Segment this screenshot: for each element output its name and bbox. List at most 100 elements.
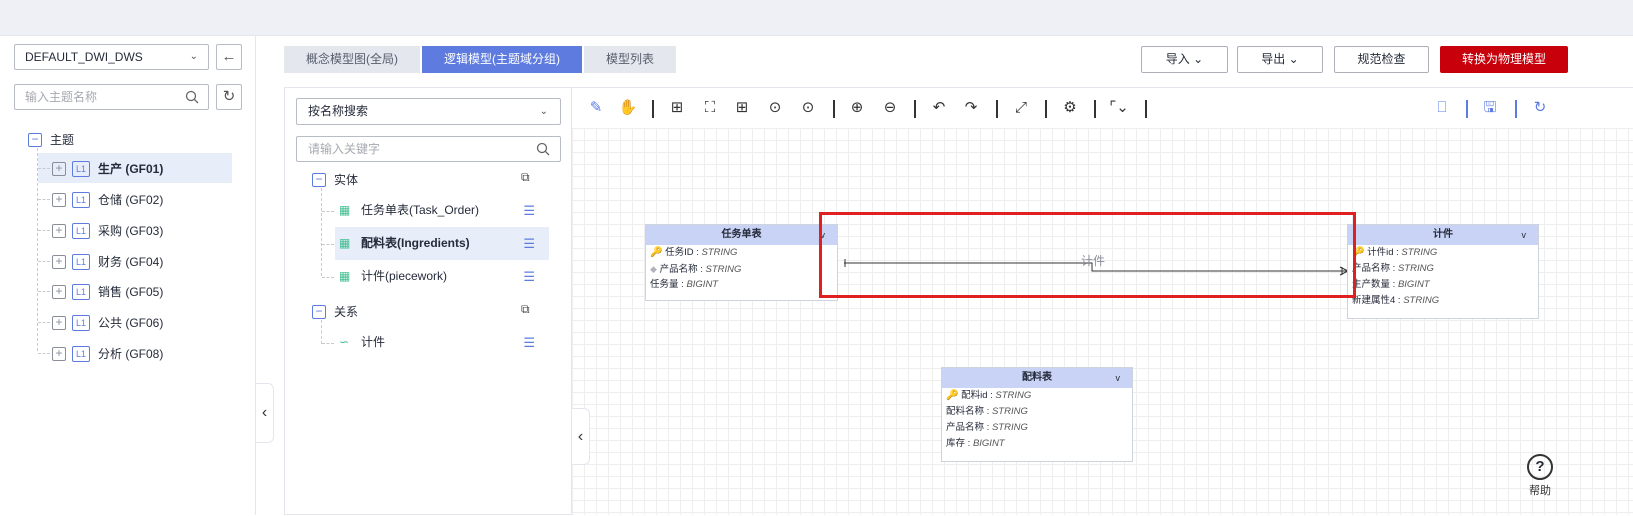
tab-logic-model[interactable]: 逻辑模型(主题域分组): [422, 46, 582, 73]
refresh-icon: ↻: [222, 88, 236, 105]
entity-ingredients[interactable]: 配料表 v 🔑 配料id : STRING 配料名称 : STRING 产品名称 …: [941, 367, 1133, 462]
help-button[interactable]: ? 帮助: [1520, 448, 1560, 508]
entity-item-ingredients[interactable]: ▦ 配料表(Ingredients) ☰: [335, 227, 549, 260]
expand-icon[interactable]: +: [52, 284, 66, 299]
collapse-icon[interactable]: −: [312, 172, 326, 187]
collapse-icon[interactable]: −: [312, 304, 326, 319]
entity-attribute: 🔑 任务ID : STRING: [650, 247, 738, 258]
expand-icon[interactable]: +: [52, 223, 66, 238]
list-icon[interactable]: ☰: [523, 194, 535, 227]
tab-model-list[interactable]: 模型列表: [584, 46, 677, 73]
chevron-down-icon[interactable]: v: [1116, 368, 1121, 388]
relation-group[interactable]: − 关系: [312, 302, 358, 320]
entity-group[interactable]: − 实体: [312, 170, 358, 188]
tree-item-gf08[interactable]: + L1 分析 (GF08): [38, 338, 232, 368]
collapse-left-panel-button[interactable]: ‹: [256, 383, 274, 443]
entity-title: 配料表: [1022, 372, 1052, 383]
subject-panel: DEFAULT_DWI_DWS ⌄ ← 输入主题名称 ↻ − 主题 + L1 生产 (…: [0, 36, 256, 515]
tree-item-gf04[interactable]: + L1 财务 (GF04): [38, 246, 232, 276]
expand-icon[interactable]: +: [52, 346, 66, 361]
search-mode-value: 按名称搜索: [308, 104, 369, 118]
foreign-key-icon: ◆: [650, 264, 657, 274]
list-icon[interactable]: ☰: [523, 260, 535, 293]
entity-attribute: 配料名称 : STRING: [946, 406, 1028, 417]
subject-search-placeholder: 输入主题名称: [25, 90, 98, 104]
chevron-down-icon: ⌄: [189, 51, 198, 62]
highlight-box: [819, 212, 1356, 298]
entity-header: 任务单表 v: [646, 225, 837, 245]
expand-icon[interactable]: +: [52, 254, 66, 269]
level-badge: L1: [72, 345, 90, 362]
subject-search-input[interactable]: 输入主题名称: [14, 84, 209, 110]
tree-item-label: 分析 (GF08): [98, 346, 164, 361]
spec-check-button[interactable]: 规范检查: [1334, 46, 1429, 73]
level-badge: L1: [72, 191, 90, 208]
relation-item[interactable]: ∽ 计件 ☰: [335, 326, 549, 359]
chevron-down-icon: ⌄: [539, 106, 548, 117]
export-button[interactable]: 导出 ⌄: [1237, 46, 1323, 73]
tree-item-label: 采购 (GF03): [98, 223, 164, 238]
entity-title: 计件: [1433, 229, 1453, 240]
level-badge: L1: [72, 283, 90, 300]
table-icon: ▦: [339, 269, 351, 284]
relation-item-label: 计件: [361, 335, 386, 350]
import-button[interactable]: 导入 ⌄: [1141, 46, 1228, 73]
entity-attribute: 产品名称 : STRING: [1352, 263, 1434, 274]
expand-icon[interactable]: +: [52, 192, 66, 207]
level-badge: L1: [72, 314, 90, 331]
add-relation-icon[interactable]: ⧉: [521, 302, 530, 317]
keyword-input[interactable]: 请输入关键字: [296, 136, 561, 162]
collapse-model-panel-button[interactable]: ‹: [572, 408, 590, 465]
search-icon: [536, 142, 550, 156]
tree-item-gf01[interactable]: + L1 生产 (GF01): [38, 153, 232, 183]
tab-concept-model[interactable]: 概念模型图(全局): [284, 46, 420, 73]
chevron-left-icon: ‹: [577, 428, 584, 445]
entity-group-label: 实体: [334, 172, 359, 187]
workspace-select[interactable]: DEFAULT_DWI_DWS ⌄: [14, 44, 209, 70]
tree-item-gf05[interactable]: + L1 销售 (GF05): [38, 276, 232, 306]
tree-item-label: 财务 (GF04): [98, 254, 164, 269]
diagram-canvas[interactable]: ✎ ✋ ⊞ ⛶ ⊞ ⊙ ⊙ ⊕ ⊖ ↶ ↷ ⤢ ⚙ ⌜⌄ ⎕ 🖫 ↻ 计件 任务…: [572, 87, 1633, 515]
tree-root-label: 主题: [50, 132, 75, 147]
view-tabs: 概念模型图(全局) 逻辑模型(主题域分组) 模型列表: [284, 46, 678, 73]
tree-item-label: 销售 (GF05): [98, 284, 164, 299]
entity-item-piecework[interactable]: ▦ 计件(piecework) ☰: [335, 260, 549, 293]
model-tree-panel: 按名称搜索 ⌄ 请输入关键字 − 实体 ⧉ ▦ 任务单表(Task_Order) ☰…: [284, 87, 572, 515]
expand-icon[interactable]: +: [52, 161, 66, 176]
entity-piecework[interactable]: 计件 v 🔑 计件id : STRING 产品名称 : STRING 生产数量 :…: [1347, 224, 1539, 319]
back-button[interactable]: ←: [216, 44, 242, 70]
level-badge: L1: [72, 253, 90, 270]
chevron-down-icon[interactable]: v: [1522, 225, 1527, 245]
tree-root[interactable]: − 主题: [28, 130, 74, 148]
list-icon[interactable]: ☰: [523, 326, 535, 359]
primary-key-icon: 🔑: [946, 390, 959, 401]
entity-attribute: 新建属性4 : STRING: [1352, 295, 1440, 306]
relation-icon: ∽: [339, 335, 350, 350]
relation-group-label: 关系: [334, 304, 359, 319]
list-icon[interactable]: ☰: [523, 227, 535, 260]
entity-attribute: 产品名称 : STRING: [946, 422, 1028, 433]
import-label: 导入: [1165, 52, 1190, 66]
entity-item-label: 任务单表(Task_Order): [361, 203, 480, 218]
convert-physical-button[interactable]: 转换为物理模型: [1440, 46, 1568, 73]
tree-item-gf03[interactable]: + L1 采购 (GF03): [38, 215, 232, 245]
level-badge: L1: [72, 160, 90, 177]
expand-icon[interactable]: +: [52, 315, 66, 330]
entity-attribute: 库存 : BIGINT: [946, 438, 1005, 449]
search-mode-select[interactable]: 按名称搜索 ⌄: [296, 98, 561, 125]
entity-title: 任务单表: [721, 229, 762, 240]
refresh-button[interactable]: ↻: [216, 84, 242, 110]
arrow-left-icon: ←: [221, 48, 237, 65]
entity-item-task-order[interactable]: ▦ 任务单表(Task_Order) ☰: [335, 194, 549, 227]
tree-item-label: 生产 (GF01): [98, 161, 164, 176]
entity-item-label: 配料表(Ingredients): [361, 236, 470, 251]
workspace-select-value: DEFAULT_DWI_DWS: [25, 50, 143, 64]
tree-item-gf02[interactable]: + L1 仓储 (GF02): [38, 184, 232, 214]
entity-task-order[interactable]: 任务单表 v 🔑 任务ID : STRING ◆ 产品名称 : STRING 任务…: [645, 224, 838, 301]
add-entity-icon[interactable]: ⧉: [521, 170, 530, 185]
entity-attribute: 🔑 计件id : STRING: [1352, 247, 1438, 258]
entity-header: 计件 v: [1348, 225, 1538, 245]
collapse-icon[interactable]: −: [28, 132, 42, 147]
entity-header: 配料表 v: [942, 368, 1132, 388]
tree-item-gf06[interactable]: + L1 公共 (GF06): [38, 307, 232, 337]
